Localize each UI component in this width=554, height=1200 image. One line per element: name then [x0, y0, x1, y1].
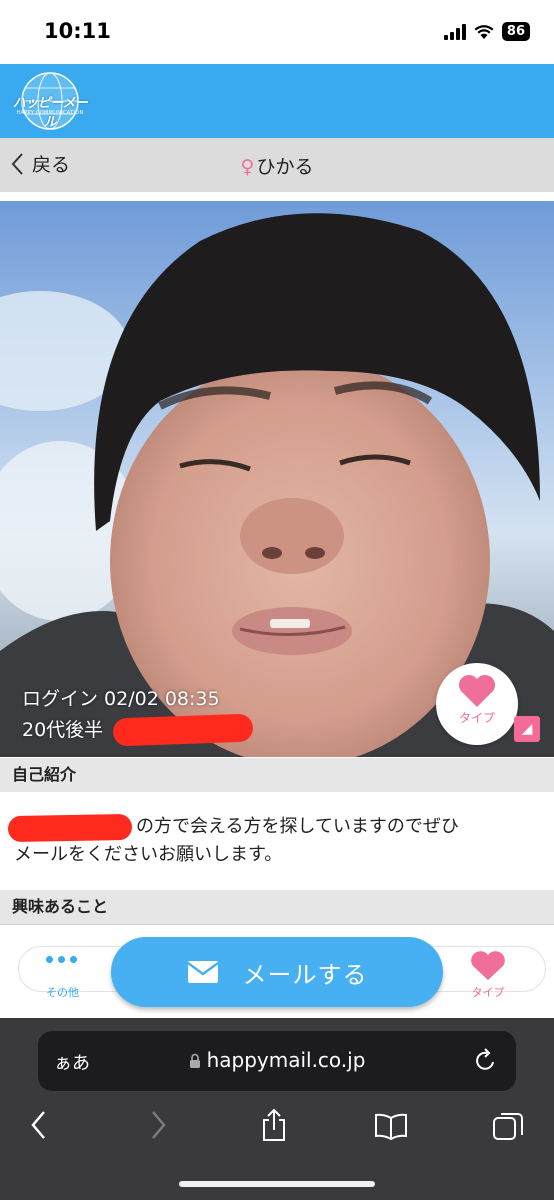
status-time: 10:11	[44, 19, 111, 43]
envelope-icon	[186, 961, 219, 983]
bookmarks-icon[interactable]	[374, 1112, 408, 1140]
battery-icon: 86	[501, 22, 530, 41]
type-label: タイプ	[458, 711, 495, 725]
wifi-icon	[474, 24, 494, 39]
corner-badge-icon: ◢	[514, 716, 540, 742]
more-label[interactable]: その他	[46, 984, 79, 1000]
url-display[interactable]: happymail.co.jp	[0, 1048, 554, 1072]
intro-text: の方で会える方を探していますのでぜひ メールをくださいお願いします。	[14, 813, 544, 869]
lock-icon	[189, 1053, 200, 1068]
send-mail-button[interactable]: メールする	[111, 937, 443, 1007]
happymail-logo[interactable]: ハッピーメール HAPPY COMMUNICATION	[8, 70, 92, 132]
heart-icon	[459, 675, 495, 707]
url-text: happymail.co.jp	[206, 1048, 366, 1072]
page-title: ♀ ひかる	[0, 152, 554, 179]
fav-type-label[interactable]: タイプ	[470, 984, 506, 1000]
age-range: 20代後半	[22, 719, 104, 741]
intro-line-1: の方で会える方を探していますのでぜひ	[136, 816, 459, 837]
divider	[0, 924, 554, 925]
browser-back-icon[interactable]	[28, 1108, 50, 1142]
interests-section-header: 興味あること	[0, 890, 554, 924]
status-icons: 86	[443, 22, 530, 41]
nav-bar: 戻る ♀ ひかる	[0, 138, 554, 192]
female-icon: ♀	[240, 156, 255, 178]
logo-subtext: HAPPY COMMUNICATION	[16, 110, 84, 116]
app-header: ハッピーメール HAPPY COMMUNICATION	[0, 64, 554, 138]
more-dots-icon[interactable]	[46, 956, 77, 963]
reload-icon[interactable]	[474, 1047, 498, 1073]
type-like-button[interactable]: タイプ	[436, 663, 518, 745]
cellular-signal-icon	[443, 23, 466, 40]
intro-section-header: 自己紹介	[0, 758, 554, 792]
send-mail-label: メールする	[242, 960, 368, 989]
share-icon[interactable]	[260, 1108, 288, 1142]
home-indicator[interactable]	[179, 1181, 375, 1187]
browser-forward-icon[interactable]	[147, 1108, 169, 1142]
heart-icon[interactable]	[470, 950, 506, 982]
intro-line-2: メールをくださいお願いします。	[14, 844, 283, 865]
last-login: ログイン 02/02 08:35	[22, 688, 220, 710]
status-bar: 10:11 86	[0, 0, 554, 64]
tabs-icon[interactable]	[492, 1110, 524, 1142]
profile-name: ひかる	[256, 156, 314, 178]
redaction-mark	[112, 713, 254, 747]
